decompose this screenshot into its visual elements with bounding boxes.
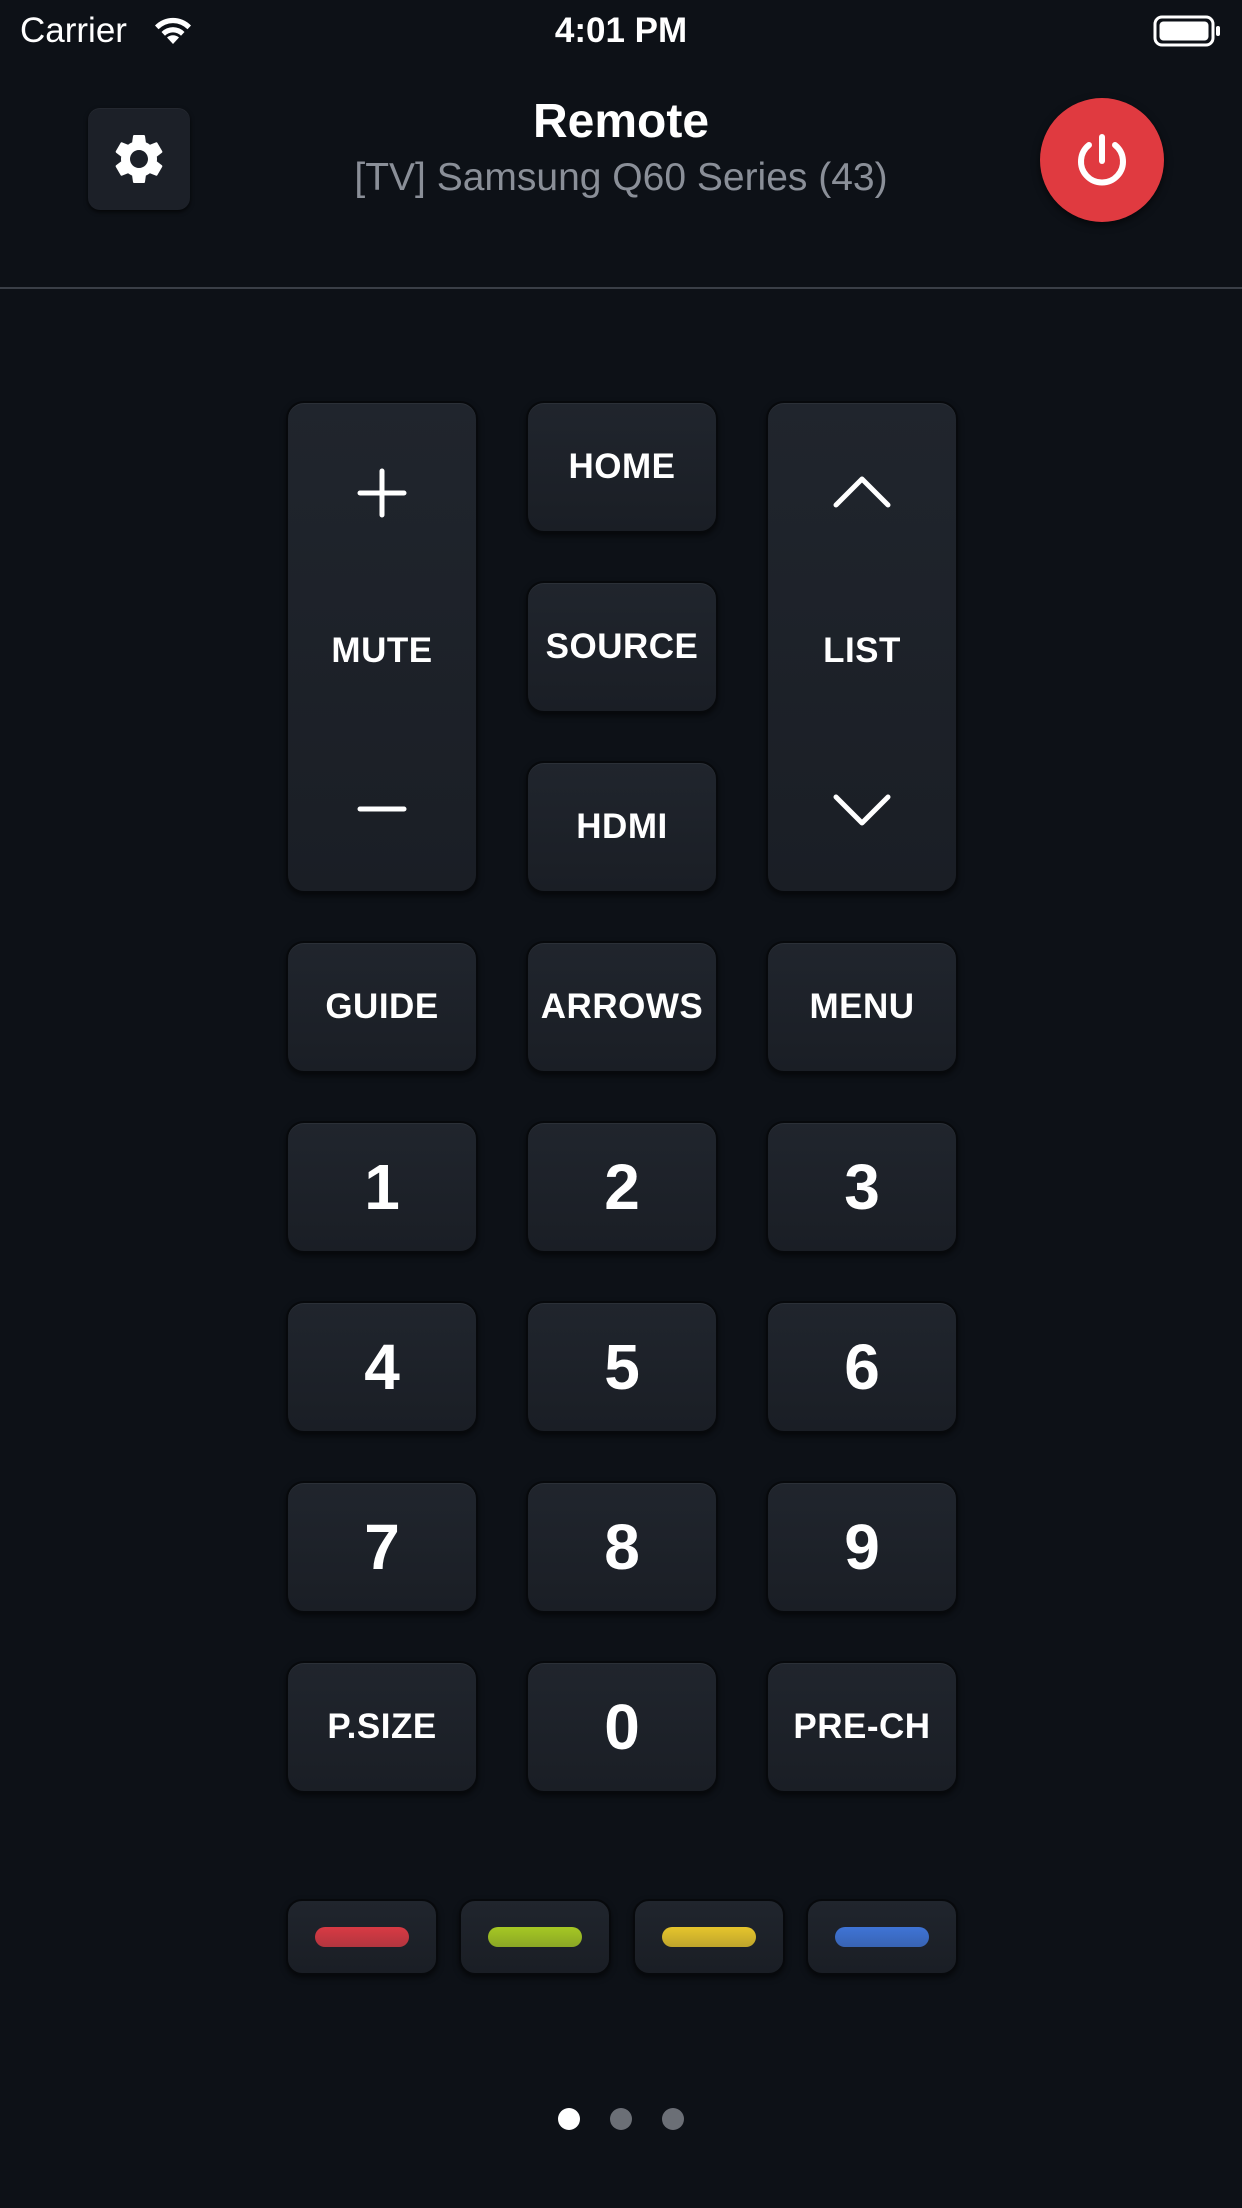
blue-key-bar bbox=[835, 1927, 929, 1947]
power-icon bbox=[1078, 134, 1126, 186]
gear-icon bbox=[115, 134, 163, 183]
green-key-button[interactable] bbox=[459, 1899, 611, 1975]
page-dot-2[interactable] bbox=[610, 2108, 632, 2130]
menu-button[interactable]: MENU bbox=[766, 941, 958, 1073]
list-button[interactable]: LIST bbox=[823, 611, 901, 691]
channel-rocker[interactable]: LIST bbox=[766, 401, 958, 893]
prech-button[interactable]: PRE-CH bbox=[766, 1661, 958, 1793]
page-indicator[interactable] bbox=[0, 2108, 1242, 2130]
psize-button[interactable]: P.SIZE bbox=[286, 1661, 478, 1793]
digit-7-button[interactable]: 7 bbox=[286, 1481, 478, 1613]
page-title: Remote bbox=[532, 95, 710, 148]
minus-icon bbox=[357, 806, 407, 812]
chevron-down-icon bbox=[833, 794, 891, 826]
channel-down-button[interactable] bbox=[832, 769, 892, 849]
yellow-key-button[interactable] bbox=[633, 1899, 785, 1975]
plus-icon bbox=[357, 468, 407, 518]
channel-up-button[interactable] bbox=[832, 453, 892, 533]
home-button[interactable]: HOME bbox=[526, 401, 718, 533]
power-button[interactable] bbox=[1040, 98, 1164, 222]
digit-6-button[interactable]: 6 bbox=[766, 1301, 958, 1433]
volume-down-button[interactable] bbox=[352, 769, 412, 849]
guide-button[interactable]: GUIDE bbox=[286, 941, 478, 1073]
settings-button[interactable] bbox=[88, 108, 190, 210]
green-key-bar bbox=[488, 1927, 582, 1947]
digit-4-button[interactable]: 4 bbox=[286, 1301, 478, 1433]
header: Remote [TV] Samsung Q60 Series (43) bbox=[0, 62, 1242, 288]
status-time: 4:01 PM bbox=[554, 11, 688, 50]
digit-9-button[interactable]: 9 bbox=[766, 1481, 958, 1613]
digit-3-button[interactable]: 3 bbox=[766, 1121, 958, 1253]
arrows-button[interactable]: ARROWS bbox=[526, 941, 718, 1073]
device-name[interactable]: [TV] Samsung Q60 Series (43) bbox=[300, 152, 942, 204]
digit-2-button[interactable]: 2 bbox=[526, 1121, 718, 1253]
page-dot-3[interactable] bbox=[662, 2108, 684, 2130]
mute-button[interactable]: MUTE bbox=[331, 611, 432, 691]
source-button[interactable]: SOURCE bbox=[526, 581, 718, 713]
digit-8-button[interactable]: 8 bbox=[526, 1481, 718, 1613]
header-divider bbox=[0, 287, 1242, 289]
hdmi-button[interactable]: HDMI bbox=[526, 761, 718, 893]
volume-rocker[interactable]: MUTE bbox=[286, 401, 478, 893]
chevron-up-icon bbox=[833, 476, 891, 508]
digit-5-button[interactable]: 5 bbox=[526, 1301, 718, 1433]
battery-full-icon bbox=[1153, 15, 1220, 47]
red-key-bar bbox=[315, 1927, 409, 1947]
page-dot-1[interactable] bbox=[558, 2108, 580, 2130]
digit-0-button[interactable]: 0 bbox=[526, 1661, 718, 1793]
yellow-key-bar bbox=[662, 1927, 756, 1947]
blue-key-button[interactable] bbox=[806, 1899, 958, 1975]
volume-up-button[interactable] bbox=[352, 453, 412, 533]
title-block: Remote [TV] Samsung Q60 Series (43) bbox=[300, 92, 942, 204]
red-key-button[interactable] bbox=[286, 1899, 438, 1975]
digit-1-button[interactable]: 1 bbox=[286, 1121, 478, 1253]
status-bar: Carrier 4:01 PM bbox=[0, 0, 1242, 62]
